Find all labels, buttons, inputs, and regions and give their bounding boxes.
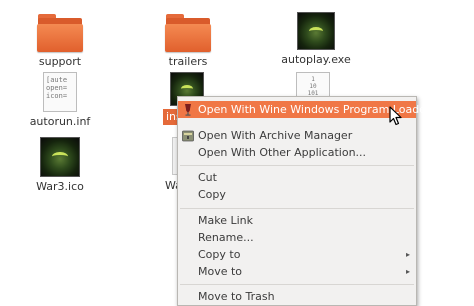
submenu-arrow-icon: ▸ xyxy=(405,250,410,259)
folder-icon xyxy=(164,12,212,52)
menu-item-label: Copy xyxy=(198,188,226,201)
menu-item-copy[interactable]: Copy xyxy=(178,186,416,203)
menu-separator xyxy=(180,284,414,285)
menu-item-rename[interactable]: Rename... xyxy=(178,229,416,246)
file-label: support xyxy=(38,55,82,68)
menu-item-open-with-archive-manager[interactable]: Open With Archive Manager xyxy=(178,127,416,144)
menu-item-label: Open With Other Application... xyxy=(198,146,367,159)
mouse-pointer-icon xyxy=(389,106,402,126)
file-label: autorun.inf xyxy=(29,115,91,128)
menu-item-move-to[interactable]: Move to ▸ xyxy=(178,263,416,280)
menu-item-label: Move to xyxy=(198,265,243,278)
file-autorun-inf[interactable]: [aute open= icon= autorun.inf xyxy=(5,72,115,128)
executable-icon xyxy=(297,12,335,50)
text-document-icon: [aute open= icon= xyxy=(43,72,77,112)
menu-item-copy-to[interactable]: Copy to ▸ xyxy=(178,246,416,263)
wine-icon xyxy=(182,103,194,116)
menu-item-label: Rename... xyxy=(198,231,254,244)
folder-trailers[interactable]: trailers xyxy=(133,12,243,68)
menu-item-label: Move to Trash xyxy=(198,290,275,303)
menu-item-label: Copy to xyxy=(198,248,241,261)
file-label: autoplay.exe xyxy=(281,53,351,66)
file-label: War3.ico xyxy=(36,180,84,193)
archive-manager-icon xyxy=(182,129,194,142)
file-war3-ico[interactable]: War3.ico xyxy=(5,137,115,193)
menu-item-label: Cut xyxy=(198,171,217,184)
folder-support[interactable]: support xyxy=(5,12,115,68)
menu-item-open-with-wine[interactable]: Open With Wine Windows Program Loader xyxy=(178,101,430,118)
menu-item-make-link[interactable]: Make Link xyxy=(178,212,416,229)
context-menu: Open With Wine Windows Program Loader Op… xyxy=(177,96,430,306)
file-label: trailers xyxy=(168,55,208,68)
folder-icon xyxy=(36,12,84,52)
menu-separator xyxy=(180,208,414,209)
menu-item-label: Make Link xyxy=(198,214,253,227)
submenu-arrow-icon: ▸ xyxy=(405,267,410,276)
menu-item-open-with-other-application[interactable]: Open With Other Application... xyxy=(178,144,416,161)
war3-icon xyxy=(40,137,80,177)
file-autoplay-exe[interactable]: autoplay.exe xyxy=(261,12,371,66)
menu-item-move-to-trash[interactable]: Move to Trash xyxy=(178,288,416,305)
menu-item-cut[interactable]: Cut xyxy=(178,169,416,186)
menu-separator xyxy=(180,165,414,166)
menu-item-label: Open With Archive Manager xyxy=(198,129,353,142)
